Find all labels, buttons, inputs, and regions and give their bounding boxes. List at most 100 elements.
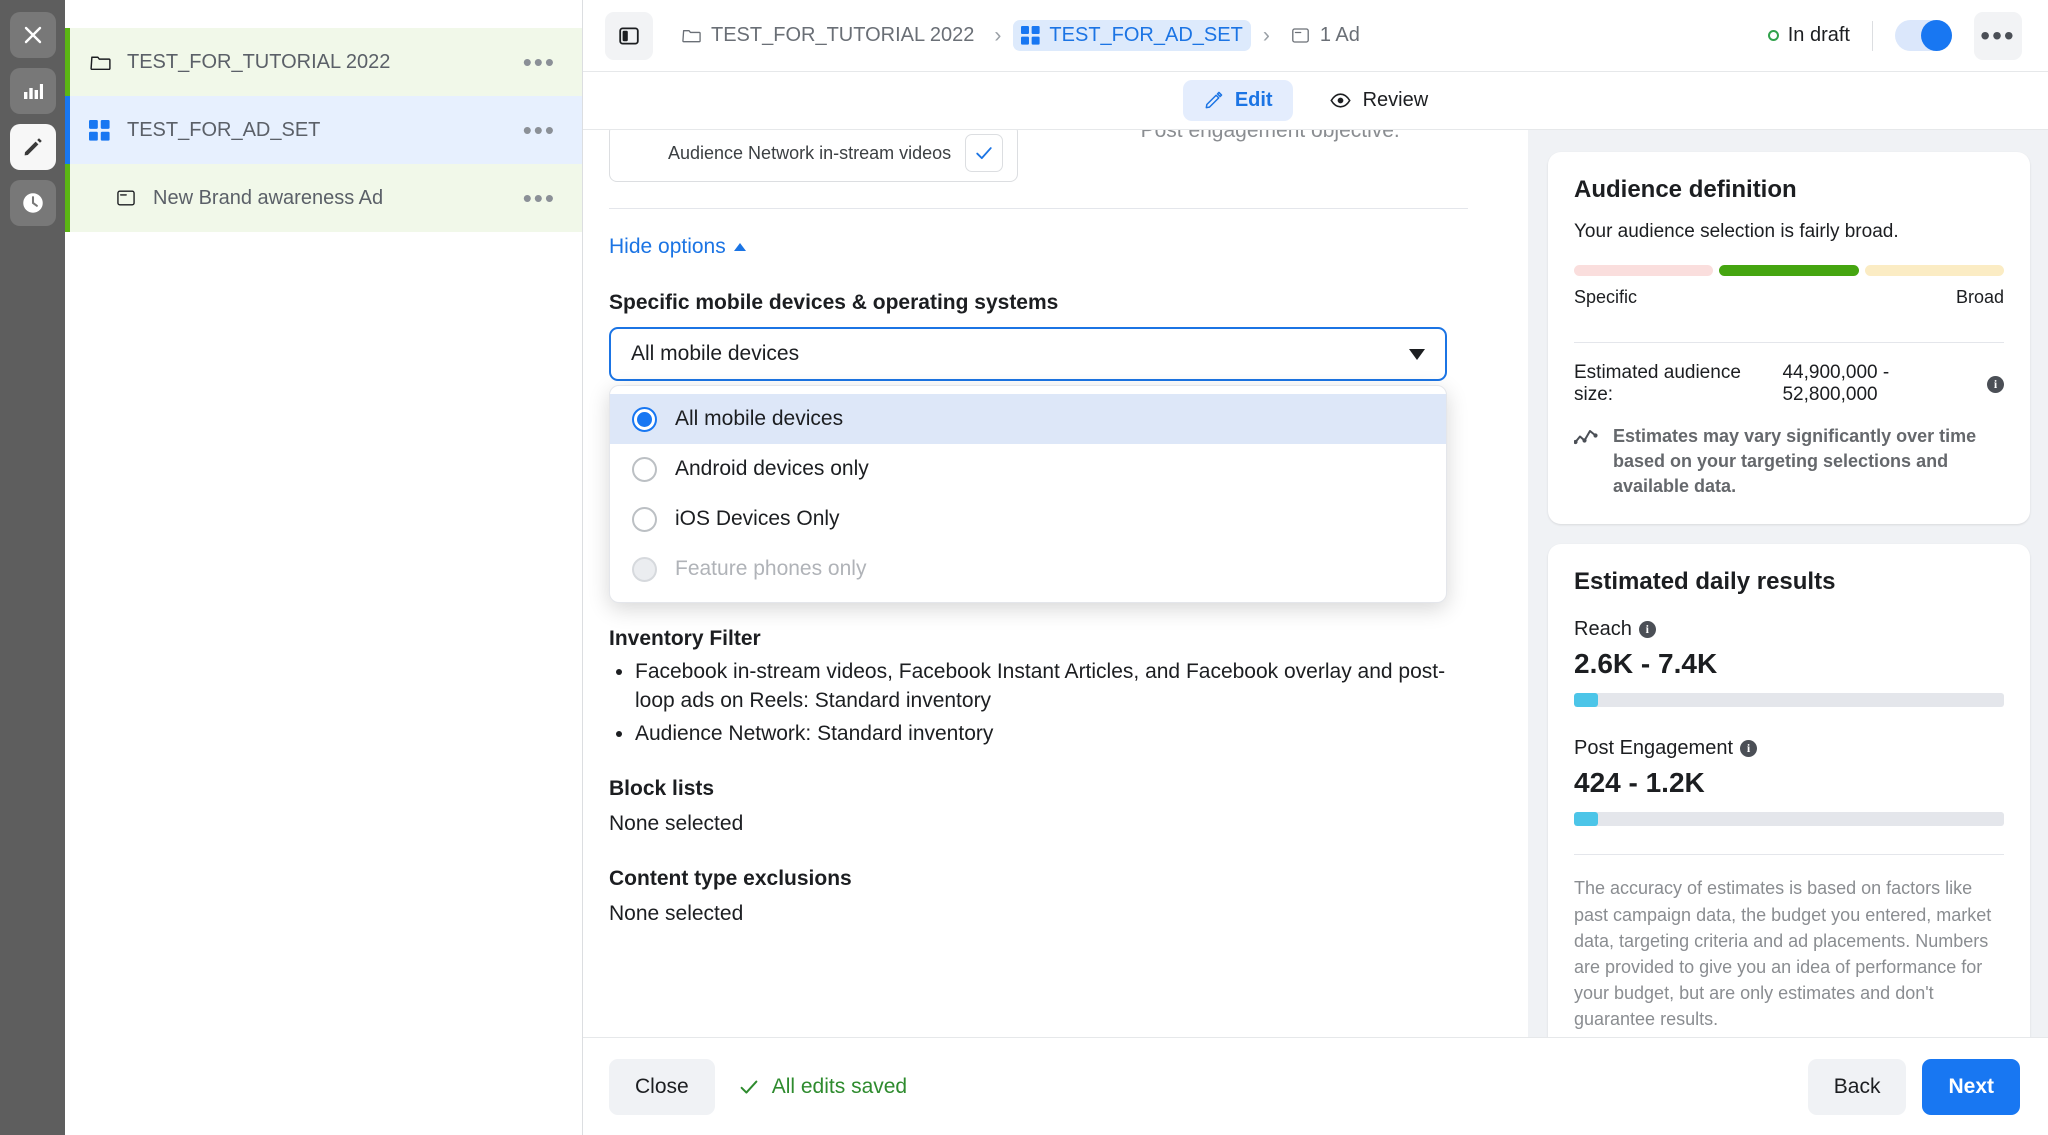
ad-icon [115,187,141,209]
meter-segment-specific [1574,265,1714,276]
footer-bar: Close All edits saved Back Next [583,1037,2048,1135]
radio-icon [632,556,657,582]
breadcrumb-separator-1: › [994,23,1002,47]
audience-definition-summary: Your audience selection is fairly broad. [1574,221,1899,242]
check-icon [976,147,993,160]
breadcrumb-item-campaign[interactable]: TEST_FOR_TUTORIAL 2022 [673,20,982,51]
info-icon[interactable]: i [1638,621,1656,639]
tab-review[interactable]: Review [1309,80,1449,121]
meter-segment-broad [1864,265,2004,276]
tab-edit-label: Edit [1234,89,1273,111]
breadcrumb-item-adset-label: TEST_FOR_AD_SET [1049,24,1243,46]
metric-reach-label-row: Reach i [1574,618,2004,641]
inventory-filter-section: Inventory Filter Facebook in-stream vide… [609,627,1468,749]
tree-item-ad[interactable]: New Brand awareness Ad ••• [65,164,582,232]
placement-note-line: Post engagement objective. [1140,130,1400,142]
estimates-disclaimer: The accuracy of estimates is based on fa… [1574,878,1992,1029]
device-option-android[interactable]: Android devices only [610,444,1446,494]
device-section-label: Specific mobile devices & operating syst… [609,291,1059,314]
device-option-android-label: Android devices only [675,457,869,480]
info-icon[interactable]: i [1740,740,1757,758]
metric-post-engagement-label-row: Post Engagement i [1574,737,2004,760]
breadcrumb-item-ad[interactable]: 1 Ad [1282,20,1368,51]
ad-status-stripe [65,164,70,232]
body-split: Audience Network in-stream videos This p… [583,130,2048,1037]
ad-icon [1291,28,1309,43]
estimated-daily-results-title: Estimated daily results [1574,568,1836,596]
device-option-feature-phones-label: Feature phones only [675,557,867,580]
clock-icon-button[interactable] [9,180,56,226]
close-icon-button[interactable] [9,12,56,58]
device-option-ios[interactable]: iOS Devices Only [610,494,1446,544]
device-option-ios-label: iOS Devices Only [675,507,840,530]
chart-icon-button[interactable] [9,68,56,114]
metric-post-engagement-value: 424 - 1.2K [1574,767,1705,799]
device-option-all-mobile-label: All mobile devices [675,407,844,430]
device-select[interactable]: All mobile devices [609,327,1447,381]
sidebar-toggle-icon-button[interactable] [605,11,653,60]
estimated-audience-size-value: 44,900,000 - 52,800,000 [1782,362,1890,405]
inventory-filter-title: Inventory Filter [609,626,761,650]
pencil-icon [24,138,42,156]
toggle-knob [1921,20,1952,51]
grid-icon [89,119,115,141]
placement-checkbox[interactable] [965,134,1004,172]
adset-more-menu[interactable]: ••• [515,117,564,143]
hide-options-toggle[interactable]: Hide options [609,235,746,259]
pencil-icon-button[interactable] [9,124,56,170]
estimates-column: Audience definition Your audience select… [1528,130,2048,1037]
main-area: TEST_FOR_TUTORIAL 2022 › TEST_FOR_AD_SET… [583,0,2048,1135]
app-root: TEST_FOR_TUTORIAL 2022 ••• TEST_FOR_AD_S… [0,0,2048,1135]
breadcrumb: TEST_FOR_TUTORIAL 2022 › TEST_FOR_AD_SET… [673,20,1368,51]
eye-icon [1329,93,1351,108]
metric-reach-bar-fill [1574,693,1598,708]
card-divider [1574,342,2004,343]
content-type-exclusions-title: Content type exclusions [609,866,852,890]
estimate-variance-text: Estimates may vary significantly over ti… [1613,426,1977,496]
grid-icon [1021,26,1041,45]
next-button[interactable]: Next [1922,1058,2020,1115]
audience-definition-card: Audience definition Your audience select… [1548,152,2030,525]
header-more-menu[interactable]: ••• [1974,11,2022,60]
tab-edit[interactable]: Edit [1182,80,1293,121]
sidebar-toggle-icon [619,27,639,44]
tree-item-adset-label: TEST_FOR_AD_SET [127,118,321,141]
breadcrumb-separator-2: › [1262,23,1270,47]
clock-icon [22,193,43,213]
metric-reach-bar [1574,693,2004,708]
content-type-exclusions-value: None selected [609,901,744,925]
tab-review-label: Review [1362,89,1429,111]
placement-audience-network-instream[interactable]: Audience Network in-stream videos [609,130,1019,182]
placement-row: Audience Network in-stream videos This p… [609,130,1468,182]
device-option-feature-phones: Feature phones only [610,544,1446,594]
breadcrumb-item-adset[interactable]: TEST_FOR_AD_SET [1013,20,1251,51]
meter-labels: Specific Broad [1574,287,2004,308]
meter-label-specific: Specific [1574,287,1638,307]
info-icon[interactable]: i [1987,375,2004,393]
status-badge-label: In draft [1787,24,1850,46]
meter-segment-active [1719,265,1859,276]
top-header: TEST_FOR_TUTORIAL 2022 › TEST_FOR_AD_SET… [583,0,2048,72]
ad-more-menu[interactable]: ••• [515,185,564,211]
close-button[interactable]: Close [609,1058,715,1115]
chart-icon [23,84,43,99]
campaign-more-menu[interactable]: ••• [515,49,564,75]
device-select-value: All mobile devices [631,342,800,365]
icon-rail [0,0,65,1135]
status-badge: In draft [1767,24,1872,47]
form-content: Audience Network in-stream videos This p… [583,130,1528,929]
activation-toggle[interactable] [1895,20,1952,51]
back-button[interactable]: Back [1807,1058,1907,1115]
tree-item-adset[interactable]: TEST_FOR_AD_SET ••• [65,96,582,164]
folder-icon [89,51,115,74]
metric-reach-value: 2.6K - 7.4K [1574,648,1718,680]
meter-label-broad: Broad [1955,287,2004,307]
block-lists-title: Block lists [609,777,715,801]
device-option-all-mobile[interactable]: All mobile devices [610,394,1446,444]
metric-post-engagement-bar [1574,812,2004,827]
chevron-down-icon [1409,348,1425,360]
breadcrumb-item-ad-label: 1 Ad [1319,24,1360,46]
block-lists-value: None selected [609,812,744,836]
header-divider [1872,20,1873,51]
tree-item-campaign[interactable]: TEST_FOR_TUTORIAL 2022 ••• [65,28,582,96]
